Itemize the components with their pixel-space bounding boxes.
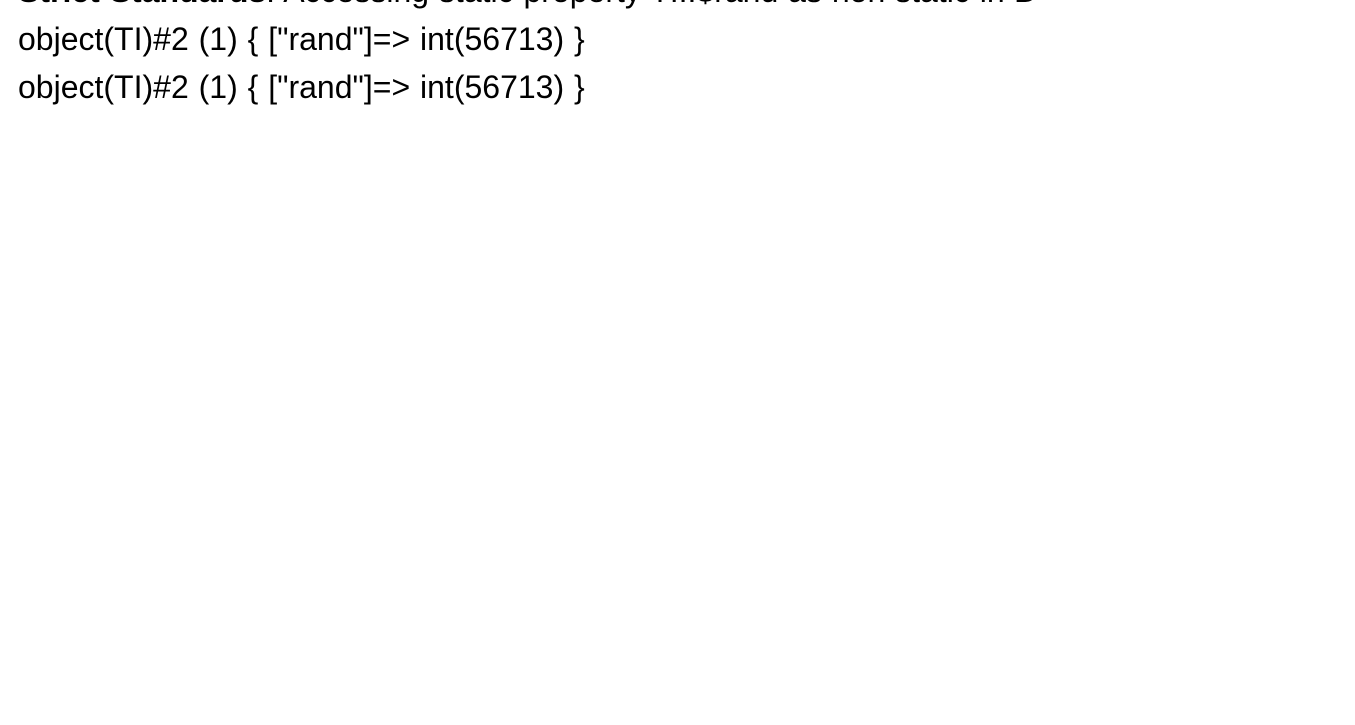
var-dump-text: object(TI)#2 (1) { ["rand"]=> int(56713)… [18,69,585,105]
error-label: Strict Standards [18,0,266,9]
error-file-fragment: D [1015,0,1038,9]
var-dump-line: object(TI)#2 (1) { ["rand"]=> int(56713)… [18,63,1337,111]
php-error-line: Strict Standards: Accessing static prope… [18,0,1337,15]
error-message: Accessing static property TI::$rand as n… [283,0,1014,9]
error-sep: : [266,0,283,9]
var-dump-line: object(TI)#2 (1) { ["rand"]=> int(56713)… [18,15,1337,63]
var-dump-text: object(TI)#2 (1) { ["rand"]=> int(56713)… [18,21,585,57]
